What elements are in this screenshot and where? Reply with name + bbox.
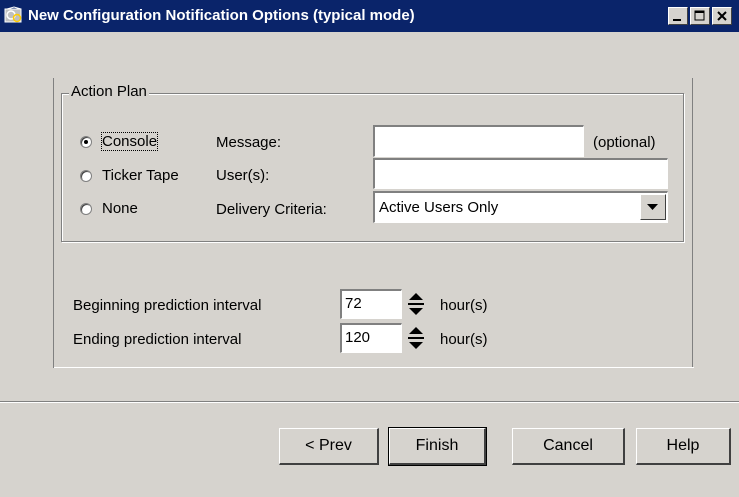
message-label: Message: bbox=[216, 134, 282, 151]
ending-interval-label: Ending prediction interval bbox=[73, 331, 242, 348]
radio-ticker-tape[interactable]: Ticker Tape bbox=[80, 167, 179, 184]
chevron-down-icon bbox=[647, 204, 658, 210]
minimize-button[interactable] bbox=[668, 7, 688, 25]
delivery-criteria-value: Active Users Only bbox=[379, 199, 499, 216]
beginning-interval-spinner[interactable] bbox=[405, 289, 427, 319]
message-field[interactable] bbox=[373, 125, 584, 157]
spinner-arrows-icon bbox=[408, 293, 424, 315]
help-button[interactable]: Help bbox=[636, 428, 731, 465]
radio-console-indicator[interactable] bbox=[80, 135, 92, 148]
delivery-criteria-select[interactable]: Active Users Only bbox=[373, 191, 668, 223]
finish-button[interactable]: Finish bbox=[388, 427, 487, 466]
radio-none-label: None bbox=[102, 200, 138, 217]
ending-interval-input[interactable]: 120 bbox=[340, 323, 402, 353]
ending-interval-unit: hour(s) bbox=[440, 331, 488, 348]
radio-ticker-tape-indicator[interactable] bbox=[80, 169, 92, 182]
radio-ticker-tape-label: Ticker Tape bbox=[102, 167, 179, 184]
title-bar[interactable]: New Configuration Notification Options (… bbox=[0, 0, 739, 32]
beginning-interval-unit: hour(s) bbox=[440, 297, 488, 314]
radio-console[interactable]: Console bbox=[80, 132, 159, 151]
beginning-interval-label: Beginning prediction interval bbox=[73, 297, 262, 314]
maximize-icon bbox=[694, 10, 705, 21]
beginning-interval-input[interactable]: 72 bbox=[340, 289, 402, 319]
cancel-button[interactable]: Cancel bbox=[512, 428, 625, 465]
radio-none-indicator[interactable] bbox=[80, 202, 92, 215]
close-button[interactable] bbox=[712, 7, 732, 25]
dialog-window: New Configuration Notification Options (… bbox=[0, 0, 739, 497]
prev-button[interactable]: < Prev bbox=[279, 428, 379, 465]
radio-none[interactable]: None bbox=[80, 200, 138, 217]
minimize-icon bbox=[673, 19, 681, 21]
action-plan-legend: Action Plan bbox=[69, 83, 149, 100]
spinner-arrows-icon bbox=[408, 327, 424, 349]
delivery-criteria-label: Delivery Criteria: bbox=[216, 201, 327, 218]
close-icon bbox=[717, 11, 727, 21]
maximize-button[interactable] bbox=[690, 7, 710, 25]
users-label: User(s): bbox=[216, 167, 270, 184]
optional-note: (optional) bbox=[593, 134, 656, 151]
radio-console-label: Console bbox=[100, 132, 159, 151]
app-icon bbox=[4, 6, 24, 26]
dropdown-button[interactable] bbox=[640, 194, 666, 220]
window-title: New Configuration Notification Options (… bbox=[28, 7, 415, 24]
ending-interval-spinner[interactable] bbox=[405, 323, 427, 353]
users-field[interactable] bbox=[373, 158, 668, 189]
